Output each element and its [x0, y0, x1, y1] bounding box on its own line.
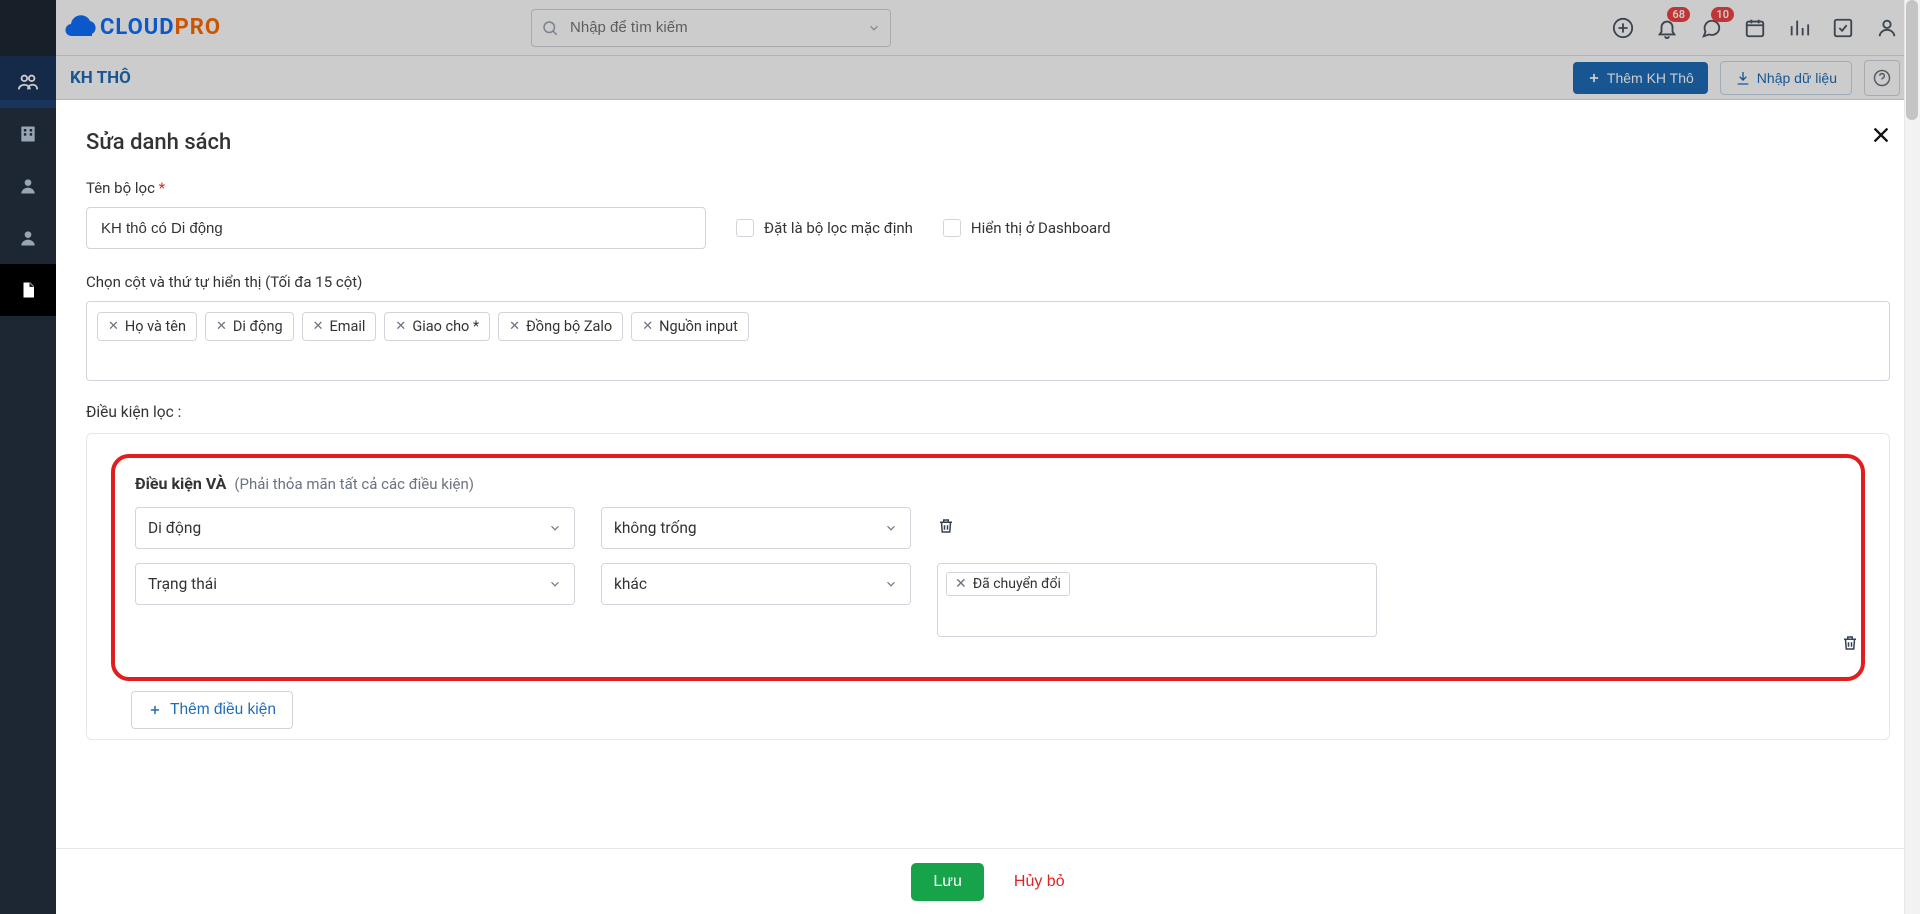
value-select[interactable]: ✕Đã chuyển đổi	[937, 563, 1377, 637]
chart-icon[interactable]	[1788, 17, 1810, 39]
remove-tag-icon[interactable]: ✕	[395, 319, 406, 334]
condition-row: Di động không trống	[135, 507, 1841, 549]
check-icon[interactable]	[1832, 17, 1854, 39]
field-select[interactable]: Di động	[135, 507, 575, 549]
default-filter-label: Đặt là bộ lọc mặc định	[764, 219, 913, 237]
save-button[interactable]: Lưu	[911, 863, 984, 901]
sidebar-item-companies[interactable]	[0, 108, 56, 160]
import-label: Nhập dữ liệu	[1757, 70, 1837, 86]
sidebar-item-user[interactable]	[0, 212, 56, 264]
chevron-down-icon	[548, 577, 562, 591]
global-search	[531, 9, 891, 47]
calendar-icon[interactable]	[1744, 17, 1766, 39]
value-tag[interactable]: ✕Đã chuyển đổi	[946, 572, 1070, 596]
close-icon[interactable]	[1870, 124, 1892, 146]
columns-box[interactable]: ✕Họ và tên ✕Di động ✕Email ✕Giao cho * ✕…	[86, 301, 1890, 381]
chevron-down-icon	[884, 577, 898, 591]
and-conditions-group: Điều kiện VÀ (Phải thỏa mãn tất cả các đ…	[111, 454, 1865, 681]
scrollbar[interactable]	[1904, 0, 1920, 914]
conditions-label: Điều kiện lọc :	[86, 403, 1890, 421]
chevron-down-icon	[548, 521, 562, 535]
chat-icon[interactable]: 10	[1700, 17, 1722, 39]
bell-badge: 68	[1667, 7, 1690, 22]
filter-name-label: Tên bộ lọc *	[86, 179, 1890, 197]
column-tag[interactable]: ✕Đồng bộ Zalo	[498, 312, 623, 341]
column-tag[interactable]: ✕Giao cho *	[384, 312, 490, 341]
conditions-container: Điều kiện VÀ (Phải thỏa mãn tất cả các đ…	[86, 433, 1890, 740]
search-input[interactable]	[531, 9, 891, 47]
column-tag[interactable]: ✕Nguồn input	[631, 312, 749, 341]
filter-name-input[interactable]	[86, 207, 706, 249]
column-tag[interactable]: ✕Họ và tên	[97, 312, 197, 341]
remove-tag-icon[interactable]: ✕	[642, 319, 653, 334]
sidebar-item-leads[interactable]	[0, 56, 56, 108]
edit-list-modal: Sửa danh sách Tên bộ lọc * Đặt là bộ lọc…	[56, 100, 1920, 914]
remove-tag-icon[interactable]: ✕	[108, 319, 119, 334]
page-subheader: KH THÔ Thêm KH Thô Nhập dữ liệu	[0, 56, 1920, 100]
app-logo: CLOUDPRO	[64, 14, 221, 42]
remove-tag-icon[interactable]: ✕	[313, 319, 324, 334]
delete-condition-icon[interactable]	[1841, 634, 1859, 652]
add-condition-button[interactable]: Thêm điều kiện	[131, 691, 293, 729]
and-conditions-title: Điều kiện VÀ (Phải thỏa mãn tất cả các đ…	[135, 474, 1841, 493]
chevron-down-icon	[884, 521, 898, 535]
logo-text-cloud: CLOUD	[100, 15, 175, 40]
search-icon	[541, 19, 559, 37]
add-lead-button[interactable]: Thêm KH Thô	[1573, 62, 1708, 94]
remove-value-icon[interactable]: ✕	[955, 576, 967, 592]
app-header: CLOUDPRO 68 10	[0, 0, 1920, 56]
add-icon[interactable]	[1612, 17, 1634, 39]
page-title: KH THÔ	[70, 68, 131, 88]
columns-label: Chọn cột và thứ tự hiển thị (Tối đa 15 c…	[86, 273, 1890, 291]
help-button[interactable]	[1864, 60, 1900, 96]
add-lead-label: Thêm KH Thô	[1607, 70, 1694, 86]
column-tag[interactable]: ✕Di động	[205, 312, 294, 341]
operator-select[interactable]: khác	[601, 563, 911, 605]
dashboard-label: Hiển thị ở Dashboard	[971, 219, 1111, 237]
default-filter-checkbox[interactable]: Đặt là bộ lọc mặc định	[736, 219, 913, 237]
import-button[interactable]: Nhập dữ liệu	[1720, 61, 1852, 95]
cancel-button[interactable]: Hủy bỏ	[1014, 873, 1065, 891]
sidebar-item-contact[interactable]	[0, 160, 56, 212]
user-avatar-icon[interactable]	[1876, 17, 1898, 39]
chat-badge: 10	[1711, 7, 1734, 22]
condition-row: Trạng thái khác ✕Đã chuyển đổi	[135, 563, 1841, 637]
sidebar-item-doc[interactable]	[0, 264, 56, 316]
field-select[interactable]: Trạng thái	[135, 563, 575, 605]
remove-tag-icon[interactable]: ✕	[509, 319, 520, 334]
remove-tag-icon[interactable]: ✕	[216, 319, 227, 334]
dashboard-checkbox[interactable]: Hiển thị ở Dashboard	[943, 219, 1111, 237]
operator-select[interactable]: không trống	[601, 507, 911, 549]
cloud-icon	[64, 14, 100, 42]
column-tag[interactable]: ✕Email	[302, 312, 377, 341]
modal-footer: Lưu Hủy bỏ	[56, 848, 1920, 914]
modal-title: Sửa danh sách	[86, 130, 1890, 155]
chevron-down-icon[interactable]	[867, 21, 881, 35]
left-sidebar	[0, 0, 56, 914]
logo-text-pro: PRO	[175, 15, 221, 40]
bell-icon[interactable]: 68	[1656, 17, 1678, 39]
delete-condition-icon[interactable]	[937, 507, 955, 535]
